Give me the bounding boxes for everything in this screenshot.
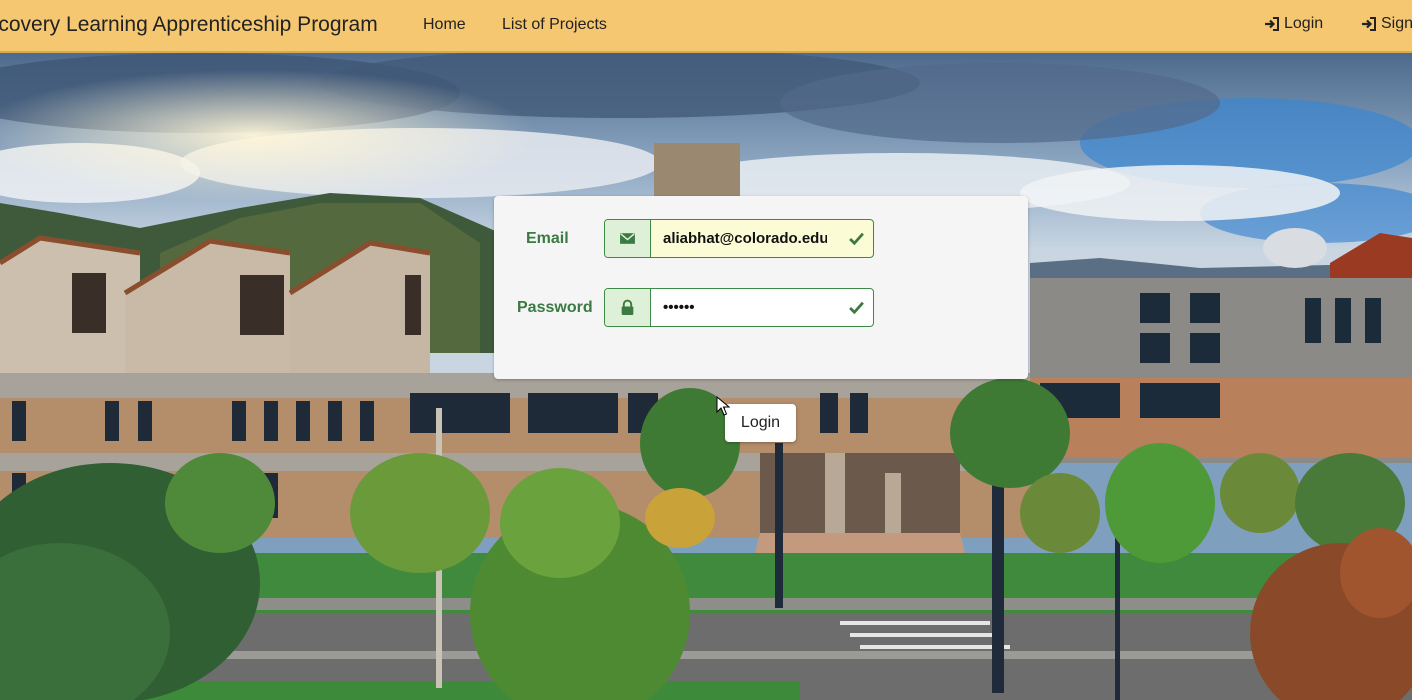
email-label: Email xyxy=(526,230,569,247)
password-label: Password xyxy=(517,299,593,316)
login-button[interactable]: Login xyxy=(725,404,796,442)
mouse-cursor-icon xyxy=(716,396,730,416)
nav-home-link[interactable]: Home xyxy=(423,16,466,34)
password-field[interactable] xyxy=(651,289,839,326)
password-input-group xyxy=(604,288,874,327)
email-input-group xyxy=(604,219,874,258)
nav-signup-link[interactable]: Sign Up xyxy=(1361,15,1412,33)
navbar: Discovery Learning Apprenticeship Progra… xyxy=(0,0,1412,53)
nav-signup-label: Sign Up xyxy=(1381,15,1412,32)
sign-in-icon xyxy=(1362,17,1376,31)
email-field[interactable] xyxy=(651,220,839,257)
nav-projects-link[interactable]: List of Projects xyxy=(502,16,607,34)
checkmark-icon xyxy=(839,289,873,326)
envelope-icon xyxy=(605,220,651,257)
sign-in-icon xyxy=(1265,17,1279,31)
lock-icon xyxy=(605,289,651,326)
checkmark-icon xyxy=(839,220,873,257)
nav-login-label: Login xyxy=(1284,15,1324,32)
login-form-panel: Email Password xyxy=(494,196,1028,379)
nav-login-link[interactable]: Login xyxy=(1264,15,1323,33)
brand-title[interactable]: Discovery Learning Apprenticeship Progra… xyxy=(0,13,378,37)
